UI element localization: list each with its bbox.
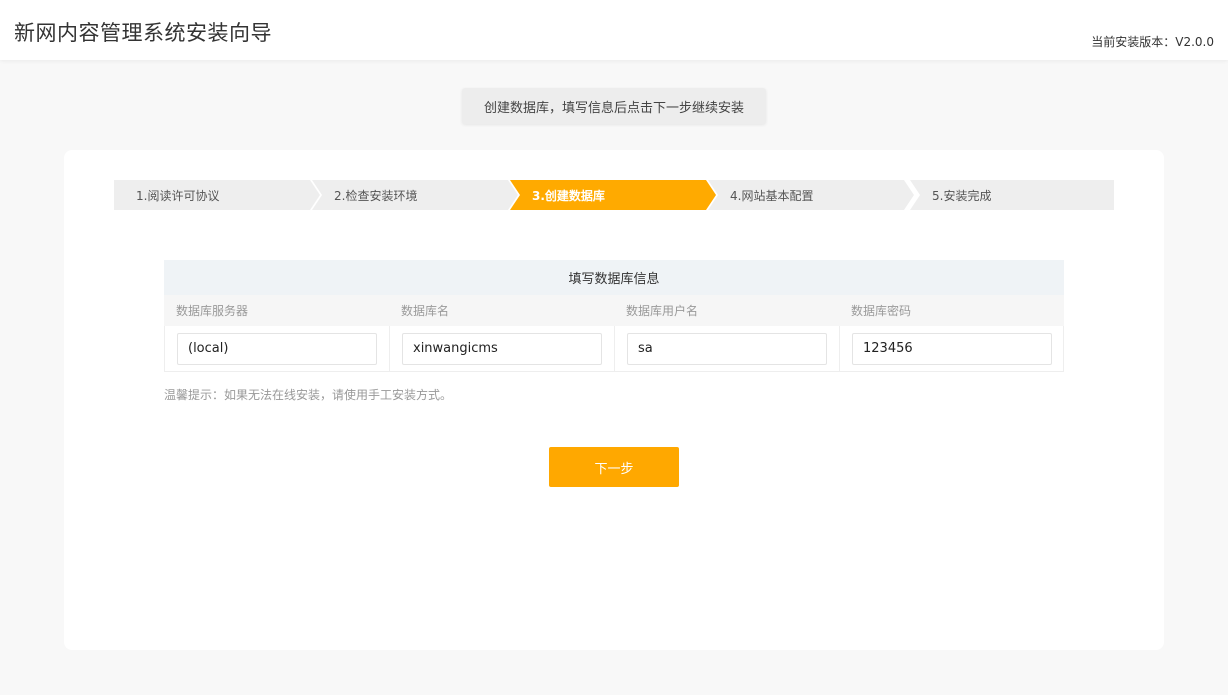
db-server-cell: [165, 326, 390, 371]
warm-tip: 温馨提示：如果无法在线安装，请使用手工安装方式。: [164, 388, 453, 402]
step-read-license: 1.阅读许可协议: [114, 180, 320, 210]
step-site-config: 4.网站基本配置: [708, 180, 914, 210]
column-db-password: 数据库密码: [851, 304, 912, 318]
database-form-header: 数据库服务器 数据库名 数据库用户名 数据库密码: [164, 295, 1064, 326]
install-card: 1.阅读许可协议 2.检查安装环境 3.创建数据库 4.网站基本配置 5.安装完…: [64, 150, 1164, 650]
step-install-complete: 5.安装完成: [910, 180, 1114, 210]
next-step-button[interactable]: 下一步: [549, 447, 679, 487]
step-create-database: 3.创建数据库: [510, 180, 716, 210]
db-username-input[interactable]: [627, 332, 827, 365]
db-name-input[interactable]: [402, 332, 602, 365]
column-db-name: 数据库名: [401, 304, 450, 318]
db-server-input[interactable]: [177, 332, 377, 365]
database-form: 填写数据库信息 数据库服务器 数据库名 数据库用户名 数据库密码: [164, 260, 1064, 372]
db-name-cell: [390, 326, 615, 371]
column-db-server: 数据库服务器: [176, 304, 249, 318]
page-title: 新网内容管理系统安装向导: [14, 21, 272, 45]
db-username-cell: [615, 326, 840, 371]
step-check-environment: 2.检查安装环境: [312, 180, 518, 210]
step-progress: 1.阅读许可协议 2.检查安装环境 3.创建数据库 4.网站基本配置 5.安装完…: [114, 180, 1114, 210]
db-password-cell: [840, 326, 1064, 371]
header: 新网内容管理系统安装向导 当前安装版本：V2.0.0: [0, 0, 1228, 60]
instruction-banner: 创建数据库，填写信息后点击下一步继续安装: [462, 88, 766, 124]
db-password-input[interactable]: [852, 332, 1052, 365]
database-form-row: [164, 326, 1064, 372]
column-db-username: 数据库用户名: [626, 304, 699, 318]
version-label: 当前安装版本：V2.0.0: [1091, 35, 1214, 49]
database-form-title: 填写数据库信息: [164, 260, 1064, 295]
